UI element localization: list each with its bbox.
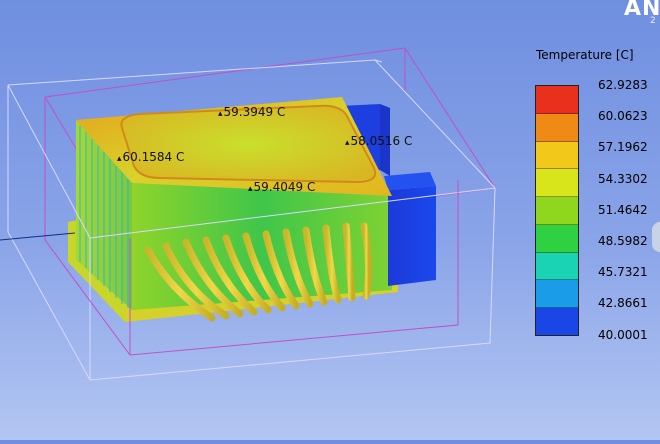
legend-value: 48.5982	[598, 234, 648, 248]
legend-band	[536, 308, 578, 336]
color-legend-bar[interactable]	[535, 85, 579, 336]
legend-title: Temperature [C]	[536, 48, 634, 62]
legend-value: 40.0001	[598, 327, 648, 342]
legend-band	[536, 86, 578, 114]
legend-band	[536, 224, 578, 253]
legend-band	[536, 197, 578, 225]
legend-band	[536, 113, 578, 142]
legend-value: 45.7321	[598, 265, 648, 280]
probe-label[interactable]: 59.3949 C	[218, 105, 286, 119]
legend-value: 57.1962	[598, 140, 648, 155]
legend-value: 62.9283	[598, 78, 648, 92]
legend-band	[536, 280, 578, 309]
legend-band	[536, 169, 578, 198]
legend-value: 42.8661	[598, 296, 648, 311]
legend-value: 51.4642	[598, 202, 648, 217]
legend-value: 54.3302	[598, 171, 648, 186]
legend-value: 60.0623	[598, 109, 648, 124]
panel-expand-handle[interactable]	[652, 222, 660, 252]
legend-band	[536, 252, 578, 281]
probe-label[interactable]: 58.0516 C	[345, 134, 413, 148]
probe-label[interactable]: 59.4049 C	[248, 180, 316, 194]
ansys-version: 2	[650, 16, 656, 26]
probe-label[interactable]: 60.1584 C	[117, 150, 185, 164]
legend-band	[536, 141, 578, 170]
